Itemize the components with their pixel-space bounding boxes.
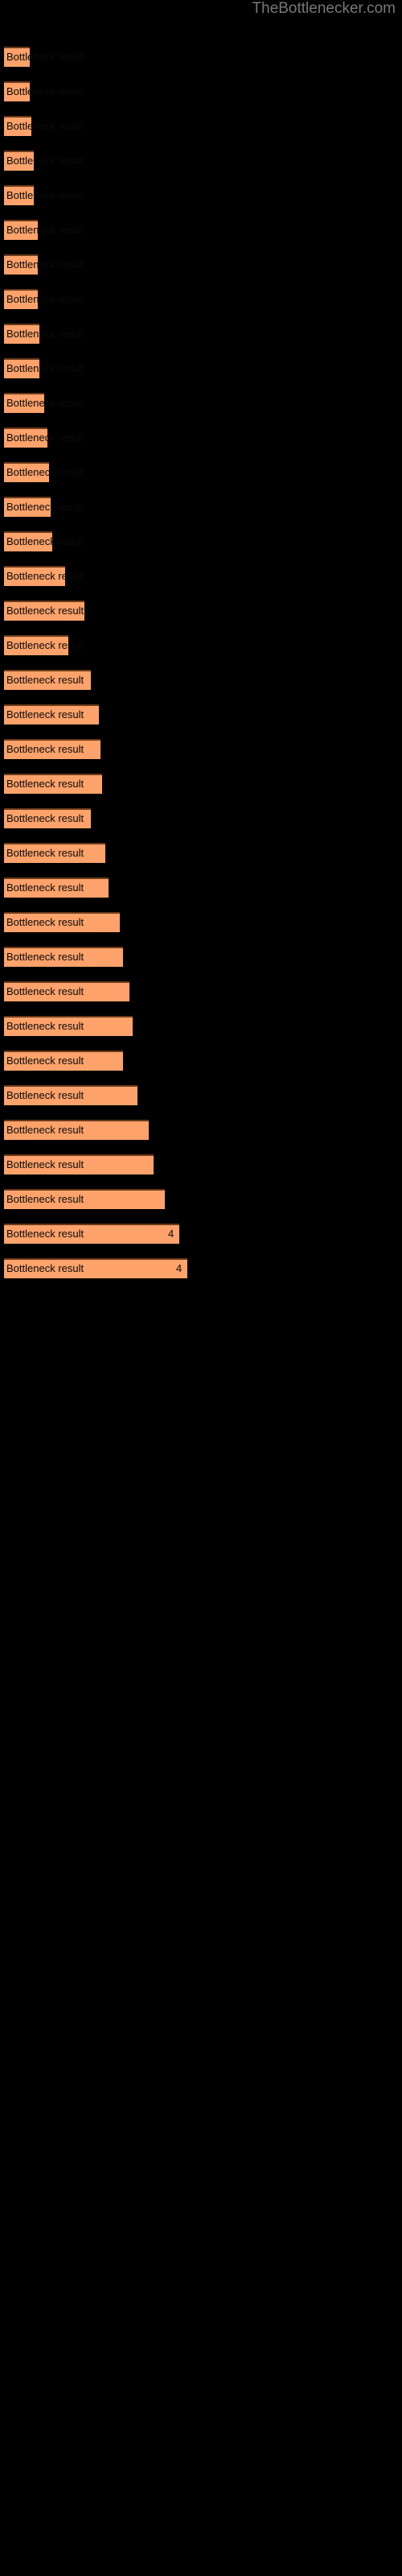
bar-bottleneck-result[interactable] [4, 81, 30, 101]
bar-bottleneck-result[interactable] [4, 1016, 133, 1036]
bar-bottleneck-result[interactable] [4, 1051, 123, 1071]
bar-bottleneck-result[interactable] [4, 1224, 179, 1244]
bar-bottleneck-result[interactable] [4, 1154, 154, 1174]
bar-bottleneck-result[interactable] [4, 704, 99, 724]
bar-bottleneck-result[interactable] [4, 981, 129, 1001]
bar-bottleneck-result[interactable] [4, 566, 65, 586]
bar-bottleneck-result[interactable] [4, 808, 91, 828]
bar-bottleneck-result[interactable] [4, 1085, 137, 1105]
bar-bottleneck-result[interactable] [4, 877, 109, 898]
bar-bottleneck-result[interactable] [4, 116, 31, 136]
bar-bottleneck-result[interactable] [4, 1189, 165, 1209]
bottleneck-bar-chart: Bottleneck result Bottleneck result Bottle… [0, 0, 402, 2576]
bar-bottleneck-result[interactable] [4, 739, 100, 759]
bar-bottleneck-result[interactable] [4, 670, 91, 690]
bar-bottleneck-result[interactable] [4, 462, 49, 482]
bar-bottleneck-result[interactable] [4, 324, 39, 344]
bar-bottleneck-result[interactable] [4, 1120, 149, 1140]
bar-bottleneck-result[interactable] [4, 947, 123, 967]
bar-bottleneck-result[interactable] [4, 635, 68, 655]
bar-bottleneck-result[interactable] [4, 497, 51, 517]
bar-bottleneck-result[interactable] [4, 774, 102, 794]
bar-bottleneck-result[interactable] [4, 1258, 187, 1278]
bar-bottleneck-result[interactable] [4, 151, 34, 171]
bar-bottleneck-result[interactable] [4, 427, 47, 448]
bar-bottleneck-result[interactable] [4, 47, 30, 67]
bar-bottleneck-result[interactable] [4, 289, 38, 309]
bar-bottleneck-result[interactable] [4, 601, 84, 621]
bar-bottleneck-result[interactable] [4, 912, 120, 932]
bar-bottleneck-result[interactable] [4, 220, 38, 240]
bar-bottleneck-result[interactable] [4, 843, 105, 863]
bar-bottleneck-result[interactable] [4, 393, 44, 413]
bar-bottleneck-result[interactable] [4, 531, 52, 551]
bar-bottleneck-result[interactable] [4, 254, 38, 275]
bar-bottleneck-result[interactable] [4, 185, 34, 205]
bar-bottleneck-result[interactable] [4, 358, 39, 378]
